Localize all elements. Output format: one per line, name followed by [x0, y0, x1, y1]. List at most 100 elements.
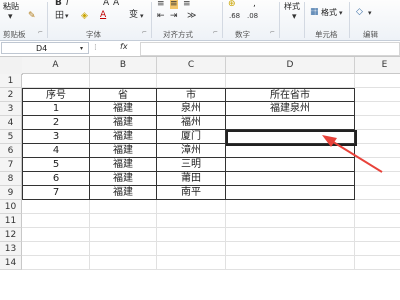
table-cell[interactable]: 南平: [157, 186, 226, 200]
table-cell[interactable]: [226, 242, 355, 256]
table-cell[interactable]: [355, 144, 400, 158]
phonetic-guide-icon[interactable]: 变: [129, 10, 138, 20]
dialog-launcher-icon[interactable]: ⌐: [213, 28, 218, 38]
table-cell[interactable]: [22, 74, 90, 88]
table-cell[interactable]: [90, 242, 157, 256]
format-painter-icon[interactable]: ✎: [28, 11, 36, 21]
align-left-icon[interactable]: ≡: [157, 0, 165, 9]
dialog-launcher-icon[interactable]: ⌐: [38, 28, 43, 38]
column-header[interactable]: E: [355, 57, 400, 74]
table-cell[interactable]: 7: [22, 186, 90, 200]
table-cell[interactable]: [90, 228, 157, 242]
dialog-launcher-icon[interactable]: ⌐: [142, 28, 147, 38]
table-cell[interactable]: 市: [157, 88, 226, 102]
table-cell[interactable]: 福建: [90, 186, 157, 200]
row-header[interactable]: 8: [0, 172, 22, 186]
table-cell[interactable]: [355, 242, 400, 256]
table-cell[interactable]: 所在省市: [226, 88, 355, 102]
dropdown-arrow-icon[interactable]: ▾: [339, 8, 343, 18]
font-size-up-icon[interactable]: A: [103, 0, 109, 8]
comma-style-icon[interactable]: ,: [253, 0, 256, 9]
font-color-icon[interactable]: A: [100, 10, 106, 20]
table-cell[interactable]: [22, 228, 90, 242]
row-header[interactable]: 13: [0, 242, 22, 256]
table-cell[interactable]: 1: [22, 102, 90, 116]
border-icon[interactable]: 田: [55, 11, 64, 21]
table-cell[interactable]: [355, 116, 400, 130]
table-cell[interactable]: 序号: [22, 88, 90, 102]
dialog-launcher-icon[interactable]: ⌐: [270, 28, 275, 38]
table-cell[interactable]: 福建: [90, 102, 157, 116]
table-cell[interactable]: [226, 214, 355, 228]
dropdown-arrow-icon[interactable]: ▾: [8, 12, 13, 22]
table-cell[interactable]: [355, 228, 400, 242]
table-cell[interactable]: 2: [22, 116, 90, 130]
decrease-decimal-icon[interactable]: .08: [247, 11, 258, 21]
column-header[interactable]: C: [157, 57, 226, 74]
worksheet-grid[interactable]: A B C D E 1 2 3 4 5 6 7 8 9 10 11 12 13 14 序号省市所在省市 1 福建 泉州 福建…: [0, 57, 400, 300]
table-cell[interactable]: [355, 172, 400, 186]
styles-button[interactable]: 样式: [284, 1, 300, 12]
currency-icon[interactable]: ⊕: [228, 0, 236, 9]
table-cell[interactable]: [355, 130, 400, 144]
row-header[interactable]: 1: [0, 74, 22, 88]
table-cell[interactable]: [355, 186, 400, 200]
row-header[interactable]: 7: [0, 158, 22, 172]
font-size-down-icon[interactable]: A: [113, 0, 119, 8]
table-cell[interactable]: 莆田: [157, 172, 226, 186]
row-header[interactable]: 14: [0, 256, 22, 270]
table-cell[interactable]: [226, 172, 355, 186]
row-header[interactable]: 10: [0, 200, 22, 214]
name-box[interactable]: D4: [1, 42, 89, 54]
align-right-icon[interactable]: ≡: [183, 0, 191, 9]
insert-function-button[interactable]: fx: [120, 42, 128, 51]
name-box-dropdown-icon[interactable]: ▾: [80, 44, 83, 54]
table-cell[interactable]: [355, 158, 400, 172]
table-cell[interactable]: [22, 256, 90, 270]
table-cell[interactable]: [90, 200, 157, 214]
table-cell[interactable]: 泉州: [157, 102, 226, 116]
table-cell[interactable]: [226, 144, 355, 158]
table-cell[interactable]: 4: [22, 144, 90, 158]
table-cell[interactable]: [226, 116, 355, 130]
table-cell[interactable]: 6: [22, 172, 90, 186]
table-cell[interactable]: [90, 256, 157, 270]
table-cell[interactable]: [157, 242, 226, 256]
table-cell[interactable]: 厦门: [157, 130, 226, 144]
align-center-icon[interactable]: ≡: [170, 0, 178, 9]
italic-icon[interactable]: I: [66, 0, 69, 8]
format-cells-icon[interactable]: ▦: [310, 7, 319, 17]
table-cell[interactable]: 省: [90, 88, 157, 102]
table-cell[interactable]: [22, 200, 90, 214]
table-cell[interactable]: [226, 186, 355, 200]
table-cell[interactable]: 漳州: [157, 144, 226, 158]
table-cell[interactable]: [22, 214, 90, 228]
format-button[interactable]: 格式: [321, 7, 337, 18]
dropdown-arrow-icon[interactable]: ▾: [292, 12, 297, 22]
table-cell[interactable]: [226, 158, 355, 172]
table-cell[interactable]: 福建泉州: [226, 102, 355, 116]
row-header[interactable]: 9: [0, 186, 22, 200]
table-cell[interactable]: [355, 256, 400, 270]
table-cell[interactable]: 福州: [157, 116, 226, 130]
row-header[interactable]: 11: [0, 214, 22, 228]
table-cell[interactable]: 福建: [90, 158, 157, 172]
clear-icon[interactable]: ◇: [356, 7, 363, 17]
row-header[interactable]: 6: [0, 144, 22, 158]
dropdown-arrow-icon[interactable]: ▾: [140, 11, 144, 21]
table-cell[interactable]: [157, 228, 226, 242]
table-cell[interactable]: [355, 214, 400, 228]
fill-color-icon[interactable]: ◈: [81, 11, 88, 21]
table-cell[interactable]: [355, 74, 400, 88]
row-header[interactable]: 3: [0, 102, 22, 116]
row-header[interactable]: 4: [0, 116, 22, 130]
table-cell[interactable]: [226, 256, 355, 270]
table-cell[interactable]: 福建: [90, 116, 157, 130]
column-header[interactable]: D: [226, 57, 355, 74]
dropdown-arrow-icon[interactable]: ▾: [65, 11, 69, 21]
table-cell[interactable]: [226, 228, 355, 242]
column-header[interactable]: B: [90, 57, 157, 74]
paste-button[interactable]: 粘贴: [3, 1, 19, 12]
formula-input[interactable]: [140, 42, 400, 56]
table-cell[interactable]: [355, 200, 400, 214]
